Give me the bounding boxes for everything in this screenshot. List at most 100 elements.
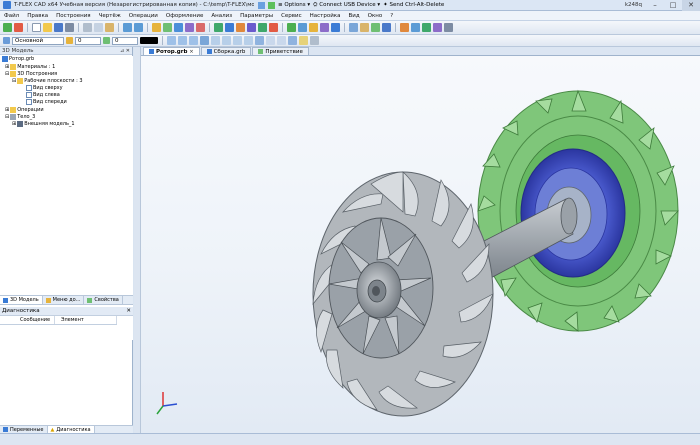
collapse-icon[interactable]: ⊟: [5, 71, 9, 77]
menu-help[interactable]: ?: [386, 13, 397, 19]
column-message[interactable]: Сообщение: [0, 316, 55, 324]
level-field[interactable]: 0: [75, 36, 101, 45]
collapse-icon[interactable]: ⊟: [12, 78, 16, 84]
menu-format[interactable]: Оформление: [162, 13, 208, 19]
menu-service[interactable]: Сервис: [277, 13, 306, 19]
checkmark-icon[interactable]: [3, 23, 12, 32]
fillet-icon[interactable]: [258, 23, 267, 32]
pattern-icon[interactable]: [298, 23, 307, 32]
undo-icon[interactable]: [123, 23, 132, 32]
settings-icon[interactable]: [444, 23, 453, 32]
menu-file[interactable]: Файл: [0, 13, 23, 19]
column-element[interactable]: Элемент: [55, 316, 117, 324]
line-tool-icon[interactable]: [152, 23, 161, 32]
section-icon[interactable]: [382, 23, 391, 32]
priority-field[interactable]: 0: [112, 36, 138, 45]
check-icon[interactable]: [268, 1, 275, 9]
cut-icon[interactable]: [83, 23, 92, 32]
orbit-icon[interactable]: [244, 36, 253, 45]
expand-icon[interactable]: ⊞: [5, 107, 9, 113]
close-icon[interactable]: ✕: [126, 308, 133, 314]
tab-3d-model[interactable]: 3D Модель: [0, 296, 43, 304]
print-icon[interactable]: [65, 23, 74, 32]
circle-tool-icon[interactable]: [174, 23, 183, 32]
menu-analysis[interactable]: Анализ: [207, 13, 236, 19]
assembly-icon[interactable]: [360, 23, 369, 32]
perspective-icon[interactable]: [288, 36, 297, 45]
sheet-metal-icon[interactable]: [349, 23, 358, 32]
mirror-icon[interactable]: [309, 23, 318, 32]
hidden-lines-icon[interactable]: [277, 36, 286, 45]
node-tool-icon[interactable]: [163, 23, 172, 32]
animation-icon[interactable]: [411, 23, 420, 32]
tree-node-front-view[interactable]: Вид спереди: [26, 99, 67, 105]
open-folder-icon[interactable]: [43, 23, 52, 32]
tree-node-body[interactable]: ⊟ Тело_3: [5, 114, 35, 120]
doctab-welcome[interactable]: Приветствие: [252, 47, 309, 55]
materials-icon[interactable]: [310, 36, 319, 45]
rotate-icon[interactable]: [225, 23, 234, 32]
paste-icon[interactable]: [105, 23, 114, 32]
zoom-all-icon[interactable]: [222, 36, 231, 45]
shaded-icon[interactable]: [255, 36, 264, 45]
menu-view[interactable]: Вид: [345, 13, 364, 19]
expand-icon[interactable]: ⊞: [5, 64, 9, 70]
menu-settings[interactable]: Настройка: [306, 13, 345, 19]
tree-node-3d-constructions[interactable]: ⊟ 3D Построения: [5, 71, 57, 77]
layer-select[interactable]: Основной: [12, 36, 64, 45]
measure-icon[interactable]: [371, 23, 380, 32]
copy-icon[interactable]: [94, 23, 103, 32]
analysis-icon[interactable]: [422, 23, 431, 32]
report-icon[interactable]: [433, 23, 442, 32]
dimension-tool-icon[interactable]: [196, 23, 205, 32]
menu-operations[interactable]: Операции: [125, 13, 162, 19]
expand-icon[interactable]: ⊞: [12, 121, 16, 127]
maximize-icon[interactable]: □: [664, 0, 682, 11]
menu-edit[interactable]: Правка: [23, 13, 52, 19]
extrude-icon[interactable]: [214, 23, 223, 32]
tree-node-left-view[interactable]: Вид слева: [26, 92, 60, 98]
menu-window[interactable]: Окно: [364, 13, 387, 19]
zoom-window-icon[interactable]: [211, 36, 220, 45]
collapse-icon[interactable]: ⊟: [5, 114, 9, 120]
menu-construct[interactable]: Построения: [52, 13, 94, 19]
chamfer-icon[interactable]: [269, 23, 278, 32]
redo-icon[interactable]: [134, 23, 143, 32]
menu-drawing[interactable]: Чертёж: [95, 13, 125, 19]
wireframe-icon[interactable]: [266, 36, 275, 45]
save-icon[interactable]: [54, 23, 63, 32]
view-top-icon[interactable]: [178, 36, 187, 45]
view-left-icon[interactable]: [189, 36, 198, 45]
view-front-icon[interactable]: [167, 36, 176, 45]
tab-properties[interactable]: Свойства: [84, 296, 123, 304]
boolean-icon[interactable]: [247, 23, 256, 32]
tab-menu[interactable]: Меню до...: [43, 296, 85, 304]
doctab-assembly[interactable]: Сборка.grb: [200, 47, 252, 55]
tree-node-root[interactable]: Ротор.grb: [2, 56, 34, 62]
pan-icon[interactable]: [233, 36, 242, 45]
tab-variables[interactable]: Переменные: [0, 426, 48, 433]
tree-node-external-model[interactable]: ⊞ Внешняя модель_1: [12, 121, 75, 127]
tree-node-work-planes[interactable]: ⊟ Рабочие плоскости : 3: [12, 78, 83, 84]
menu-parameters[interactable]: Параметры: [236, 13, 277, 19]
pin-icon[interactable]: ⊿ ✕: [120, 48, 132, 54]
close-icon[interactable]: ✕: [682, 0, 700, 11]
lights-icon[interactable]: [299, 36, 308, 45]
tree-node-top-view[interactable]: Вид сверху: [26, 85, 63, 91]
tree-node-materials[interactable]: ⊞ Материалы : 1: [5, 64, 55, 70]
render-icon[interactable]: [400, 23, 409, 32]
text-tool-icon[interactable]: [185, 23, 194, 32]
shell-icon[interactable]: [287, 23, 296, 32]
view-iso-icon[interactable]: [200, 36, 209, 45]
3d-viewport[interactable]: [141, 56, 700, 433]
send-cad-button[interactable]: ✦ Send Ctrl-Alt-Delete: [383, 2, 444, 8]
minimize-icon[interactable]: –: [646, 0, 664, 11]
hole-icon[interactable]: [331, 23, 340, 32]
cancel-icon[interactable]: [14, 23, 23, 32]
options-menu[interactable]: ≡ Options ▾: [278, 2, 310, 8]
usb-device-button[interactable]: ⛭ Connect USB Device ▾: [313, 2, 380, 9]
color-swatch[interactable]: [140, 37, 158, 44]
new-file-icon[interactable]: [32, 23, 41, 32]
save-icon[interactable]: [258, 1, 265, 9]
tree-node-operations[interactable]: ⊞ Операции: [5, 107, 44, 113]
